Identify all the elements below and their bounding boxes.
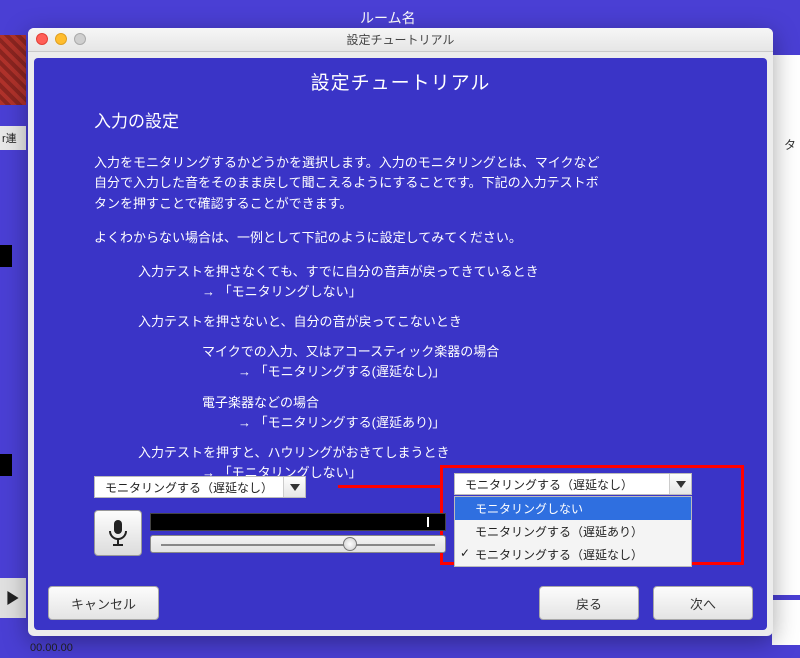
tutorial-title: 設定チュートリアル: [34, 58, 767, 109]
hint-paragraph: よくわからない場合は、一例として下記のように設定してみてください。: [94, 228, 707, 248]
monitoring-select-value: モニタリングする（遅延なし）: [95, 479, 283, 496]
tutorial-content: 入力の設定 入力をモニタリングするかどうかを選択します。入力のモニタリングとは、…: [34, 109, 767, 483]
dropdown-option-label: モニタリングする（遅延なし）: [475, 548, 643, 562]
dropdown-option-nodelay[interactable]: ✓ モニタリングする（遅延なし）: [455, 543, 691, 566]
case-result: → 「モニタリングする(遅延あり)」: [94, 413, 707, 433]
monitoring-select[interactable]: モニタリングする（遅延なし）: [94, 476, 306, 498]
monitoring-select-callout[interactable]: モニタリングする（遅延なし）: [454, 473, 692, 495]
text-line: 入力をモニタリングするかどうかを選択します。入力のモニタリングとは、マイクなど: [94, 153, 707, 173]
tutorial-panel: 設定チュートリアル 入力の設定 入力をモニタリングするかどうかを選択します。入力…: [34, 58, 767, 630]
chevron-down-icon: [283, 477, 305, 497]
minimize-icon[interactable]: [55, 33, 67, 45]
text-line: 自分で入力した音をそのまま戻して聞こえるようにすることです。下記の入力テストボ: [94, 173, 707, 193]
bg-timer-text: 00.00.00: [30, 642, 73, 654]
monitoring-select-callout-value: モニタリングする（遅延なし）: [455, 476, 643, 493]
microphone-icon: [106, 519, 130, 547]
bg-fragment: [772, 500, 800, 520]
input-level-meter: [150, 513, 446, 531]
bg-fragment: [0, 454, 12, 476]
close-icon[interactable]: [36, 33, 48, 45]
input-test-button[interactable]: [94, 510, 142, 556]
case-line: 入力テストを押すと、ハウリングがおきてしまうとき: [94, 443, 707, 463]
tutorial-window: 設定チュートリアル 設定チュートリアル 入力の設定 入力をモニタリングするかどう…: [28, 28, 773, 636]
case-result: → 「モニタリングしない」: [94, 282, 707, 302]
monitoring-select-row: モニタリングする（遅延なし）: [94, 476, 306, 498]
next-button[interactable]: 次へ: [653, 586, 753, 620]
callout-line: [338, 485, 442, 488]
wizard-buttons: キャンセル 戻る 次へ: [48, 586, 753, 620]
input-test-row: [94, 510, 446, 556]
bg-room-name-label: ルーム名: [360, 8, 416, 28]
case-subline: マイクでの入力、又はアコースティック楽器の場合: [94, 342, 707, 362]
case-result: → 「モニタリングする(遅延なし)」: [94, 362, 707, 382]
bg-play-button[interactable]: [0, 578, 26, 618]
monitoring-select-dropdown: モニタリングしない モニタリングする（遅延あり） ✓ モニタリングする（遅延なし…: [454, 496, 692, 567]
bg-fragment: [772, 194, 800, 214]
text-line: タンを押すことで確認することができます。: [94, 194, 707, 214]
case-line: 入力テストを押さなくても、すでに自分の音声が戻ってきているとき: [94, 262, 707, 282]
cancel-button[interactable]: キャンセル: [48, 586, 159, 620]
intro-paragraph: 入力をモニタリングするかどうかを選択します。入力のモニタリングとは、マイクなど …: [94, 153, 707, 213]
section-heading: 入力の設定: [94, 109, 707, 135]
bg-right-panel-label: タ: [784, 136, 796, 153]
meter-tick: [427, 517, 429, 527]
check-icon: ✓: [460, 546, 470, 560]
chevron-down-icon: [669, 474, 691, 494]
bg-fragment: [772, 372, 800, 392]
slider-thumb[interactable]: [343, 537, 357, 551]
window-title: 設定チュートリアル: [347, 31, 455, 48]
bg-fragment: [0, 245, 12, 267]
input-gain-slider[interactable]: [150, 535, 446, 553]
slider-track: [161, 544, 435, 546]
maximize-icon: [74, 33, 86, 45]
bg-left-image: [0, 35, 26, 105]
dropdown-option-none[interactable]: モニタリングしない: [455, 497, 691, 520]
window-controls: [36, 33, 86, 45]
bg-fragment: [772, 600, 800, 645]
case-line: 入力テストを押さないと、自分の音が戻ってこないとき: [94, 312, 707, 332]
case-subline: 電子楽器などの場合: [94, 393, 707, 413]
bg-left-field: r連: [0, 126, 26, 150]
titlebar[interactable]: 設定チュートリアル: [28, 28, 773, 52]
back-button[interactable]: 戻る: [539, 586, 639, 620]
dropdown-option-delay[interactable]: モニタリングする（遅延あり）: [455, 520, 691, 543]
play-icon: [6, 591, 20, 605]
